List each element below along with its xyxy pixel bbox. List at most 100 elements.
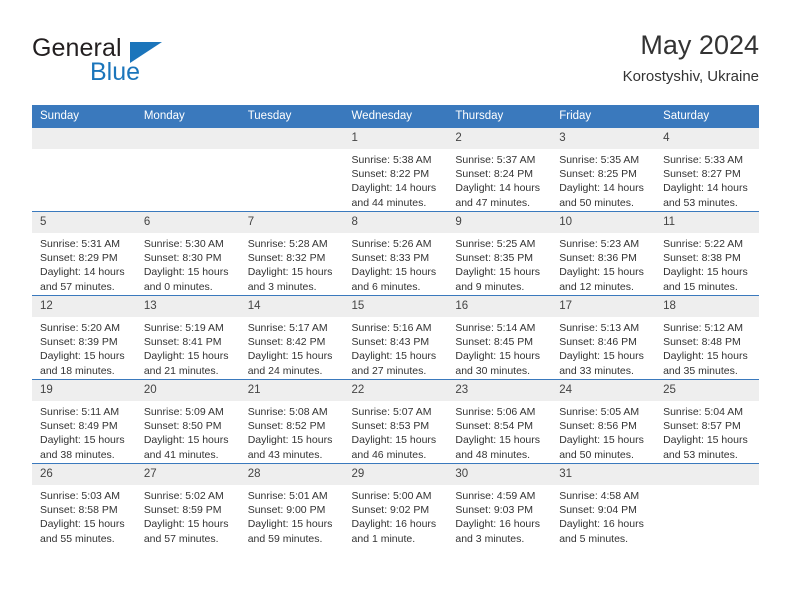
day-number: 14 <box>239 296 344 317</box>
day-number: 6 <box>135 212 240 233</box>
day-number <box>239 128 344 149</box>
day-sunset-text: Sunset: 8:41 PM <box>143 336 222 349</box>
day-sunrise-text: Sunrise: 5:19 AM <box>143 322 224 334</box>
day-daylight-1-text: Daylight: 14 hours <box>455 182 541 195</box>
day-number: 7 <box>239 212 344 233</box>
day-number: 5 <box>32 212 136 233</box>
day-daylight-2-text: and 3 minutes. <box>455 532 525 545</box>
weekday-header-friday: Friday <box>551 105 656 128</box>
day-detail-lines: Sunrise: 5:37 AM Sunset: 8:24 PM Daylight:… <box>447 149 551 210</box>
day-sunrise-text: Sunrise: 5:12 AM <box>663 322 744 334</box>
calendar-day-cell[interactable]: 12 Sunrise: 5:20 AM Sunset: 8:39 PM Dayligh… <box>32 295 136 380</box>
day-daylight-1-text: Daylight: 15 hours <box>455 266 541 279</box>
day-daylight-1-text: Daylight: 14 hours <box>40 266 125 279</box>
day-sunset-text: Sunset: 8:43 PM <box>351 336 430 349</box>
day-daylight-1-text: Daylight: 15 hours <box>247 266 333 279</box>
day-sunrise-text: Sunrise: 5:20 AM <box>40 322 120 334</box>
day-detail-lines: Sunrise: 5:13 AM Sunset: 8:46 PM Daylight:… <box>551 317 655 378</box>
brand-logo[interactable]: General Blue <box>32 34 212 90</box>
day-detail-lines: Sunrise: 5:07 AM Sunset: 8:53 PM Daylight:… <box>344 401 448 462</box>
calendar-day-cell[interactable]: 13 Sunrise: 5:19 AM Sunset: 8:41 PM Dayligh… <box>135 295 240 380</box>
day-daylight-1-text: Daylight: 14 hours <box>351 182 437 195</box>
calendar-day-cell[interactable]: 20 Sunrise: 5:09 AM Sunset: 8:50 PM Dayligh… <box>135 379 240 464</box>
day-detail-lines: Sunrise: 5:23 AM Sunset: 8:36 PM Daylight:… <box>551 233 655 294</box>
calendar-day-cell[interactable]: 26 Sunrise: 5:03 AM Sunset: 8:58 PM Dayligh… <box>32 463 136 547</box>
calendar-day-cell[interactable]: 16 Sunrise: 5:14 AM Sunset: 8:45 PM Dayligh… <box>447 295 552 380</box>
calendar-day-cell-empty <box>32 127 136 212</box>
day-daylight-2-text: and 12 minutes. <box>559 280 634 293</box>
day-daylight-2-text: and 53 minutes. <box>663 448 738 461</box>
day-daylight-2-text: and 38 minutes. <box>40 448 115 461</box>
calendar-day-cell[interactable]: 7 Sunrise: 5:28 AM Sunset: 8:32 PM Daylight… <box>239 211 344 296</box>
day-number: 21 <box>239 380 344 401</box>
day-number: 30 <box>447 464 552 485</box>
day-detail-lines: Sunrise: 4:58 AM Sunset: 9:04 PM Daylight:… <box>551 485 655 546</box>
day-daylight-2-text: and 55 minutes. <box>40 532 115 545</box>
calendar-day-cell[interactable]: 25 Sunrise: 5:04 AM Sunset: 8:57 PM Dayligh… <box>655 379 759 464</box>
day-sunrise-text: Sunrise: 5:30 AM <box>143 238 224 250</box>
day-daylight-2-text: and 44 minutes. <box>351 196 427 209</box>
day-detail-lines: Sunrise: 5:35 AM Sunset: 8:25 PM Daylight:… <box>551 149 655 210</box>
calendar-day-cell[interactable]: 3 Sunrise: 5:35 AM Sunset: 8:25 PM Daylight… <box>551 127 656 212</box>
calendar-day-cell[interactable]: 19 Sunrise: 5:11 AM Sunset: 8:49 PM Dayligh… <box>32 379 136 464</box>
day-sunrise-text: Sunrise: 5:38 AM <box>351 154 432 166</box>
calendar-day-cell[interactable]: 24 Sunrise: 5:05 AM Sunset: 8:56 PM Dayligh… <box>551 379 656 464</box>
day-daylight-2-text: and 50 minutes. <box>559 196 634 209</box>
day-daylight-1-text: Daylight: 15 hours <box>40 434 125 447</box>
day-detail-lines: Sunrise: 5:22 AM Sunset: 8:38 PM Daylight:… <box>655 233 759 294</box>
calendar-day-cell[interactable]: 4 Sunrise: 5:33 AM Sunset: 8:27 PM Daylight… <box>655 127 759 212</box>
calendar-day-cell[interactable]: 5 Sunrise: 5:31 AM Sunset: 8:29 PM Daylight… <box>32 211 136 296</box>
calendar-day-cell[interactable]: 1 Sunrise: 5:38 AM Sunset: 8:22 PM Daylight… <box>343 127 448 212</box>
calendar-day-cell[interactable]: 11 Sunrise: 5:22 AM Sunset: 8:38 PM Dayligh… <box>655 211 759 296</box>
day-detail-lines: Sunrise: 5:01 AM Sunset: 9:00 PM Daylight:… <box>240 485 344 546</box>
calendar-day-cell[interactable]: 6 Sunrise: 5:30 AM Sunset: 8:30 PM Daylight… <box>135 211 240 296</box>
day-sunset-text: Sunset: 9:04 PM <box>559 504 637 517</box>
calendar-day-cell[interactable]: 22 Sunrise: 5:07 AM Sunset: 8:53 PM Dayligh… <box>343 379 448 464</box>
weekday-header-monday: Monday <box>135 105 240 128</box>
calendar-day-cell[interactable]: 31 Sunrise: 4:58 AM Sunset: 9:04 PM Dayligh… <box>551 463 656 547</box>
day-number: 9 <box>447 212 552 233</box>
day-daylight-2-text: and 57 minutes. <box>40 280 115 293</box>
day-sunset-text: Sunset: 8:35 PM <box>455 252 534 265</box>
weekday-header-saturday: Saturday <box>655 105 759 128</box>
day-daylight-2-text: and 57 minutes. <box>143 532 219 545</box>
day-sunrise-text: Sunrise: 5:13 AM <box>559 322 640 334</box>
day-daylight-1-text: Daylight: 14 hours <box>559 182 644 195</box>
day-detail-lines: Sunrise: 5:17 AM Sunset: 8:42 PM Daylight:… <box>240 317 344 378</box>
calendar-day-cell[interactable]: 17 Sunrise: 5:13 AM Sunset: 8:46 PM Dayligh… <box>551 295 656 380</box>
calendar-day-cell[interactable]: 30 Sunrise: 4:59 AM Sunset: 9:03 PM Dayligh… <box>447 463 552 547</box>
day-sunset-text: Sunset: 8:53 PM <box>351 420 430 433</box>
day-detail-lines: Sunrise: 5:05 AM Sunset: 8:56 PM Daylight:… <box>551 401 655 462</box>
calendar-day-cell-empty <box>239 127 344 212</box>
day-detail-lines: Sunrise: 5:31 AM Sunset: 8:29 PM Daylight:… <box>32 233 136 294</box>
day-detail-lines: Sunrise: 5:20 AM Sunset: 8:39 PM Daylight:… <box>32 317 136 378</box>
calendar-day-cell[interactable]: 10 Sunrise: 5:23 AM Sunset: 8:36 PM Dayligh… <box>551 211 656 296</box>
calendar-day-cell[interactable]: 27 Sunrise: 5:02 AM Sunset: 8:59 PM Dayligh… <box>135 463 240 547</box>
calendar-week-row: 5 Sunrise: 5:31 AM Sunset: 8:29 PM Daylight… <box>32 211 759 296</box>
day-daylight-1-text: Daylight: 16 hours <box>351 518 437 531</box>
day-daylight-2-text: and 3 minutes. <box>247 280 317 293</box>
day-sunrise-text: Sunrise: 5:35 AM <box>559 154 640 166</box>
day-number <box>655 464 759 485</box>
calendar-day-cell-empty <box>135 127 240 212</box>
calendar-day-cell[interactable]: 2 Sunrise: 5:37 AM Sunset: 8:24 PM Daylight… <box>447 127 552 212</box>
day-daylight-1-text: Daylight: 15 hours <box>40 350 125 363</box>
calendar-day-cell[interactable]: 28 Sunrise: 5:01 AM Sunset: 9:00 PM Dayligh… <box>239 463 344 547</box>
calendar-day-cell[interactable]: 14 Sunrise: 5:17 AM Sunset: 8:42 PM Dayligh… <box>239 295 344 380</box>
calendar-day-cell[interactable]: 9 Sunrise: 5:25 AM Sunset: 8:35 PM Daylight… <box>447 211 552 296</box>
calendar-day-cell[interactable]: 29 Sunrise: 5:00 AM Sunset: 9:02 PM Dayligh… <box>343 463 448 547</box>
calendar-day-cell[interactable]: 8 Sunrise: 5:26 AM Sunset: 8:33 PM Daylight… <box>343 211 448 296</box>
calendar-day-cell[interactable]: 15 Sunrise: 5:16 AM Sunset: 8:43 PM Dayligh… <box>343 295 448 380</box>
day-number: 22 <box>343 380 448 401</box>
day-daylight-2-text: and 1 minute. <box>351 532 416 545</box>
calendar-day-cell[interactable]: 23 Sunrise: 5:06 AM Sunset: 8:54 PM Dayligh… <box>447 379 552 464</box>
calendar-day-cell[interactable]: 21 Sunrise: 5:08 AM Sunset: 8:52 PM Dayligh… <box>239 379 344 464</box>
day-daylight-1-text: Daylight: 15 hours <box>247 434 333 447</box>
day-daylight-1-text: Daylight: 15 hours <box>351 266 437 279</box>
calendar-day-cell[interactable]: 18 Sunrise: 5:12 AM Sunset: 8:48 PM Dayligh… <box>655 295 759 380</box>
day-daylight-1-text: Daylight: 15 hours <box>143 434 229 447</box>
day-detail-lines: Sunrise: 5:33 AM Sunset: 8:27 PM Daylight:… <box>655 149 759 210</box>
day-sunrise-text: Sunrise: 5:14 AM <box>455 322 536 334</box>
calendar-header-row: Sunday Monday Tuesday Wednesday Thursday… <box>32 105 759 128</box>
day-daylight-1-text: Daylight: 15 hours <box>663 350 748 363</box>
